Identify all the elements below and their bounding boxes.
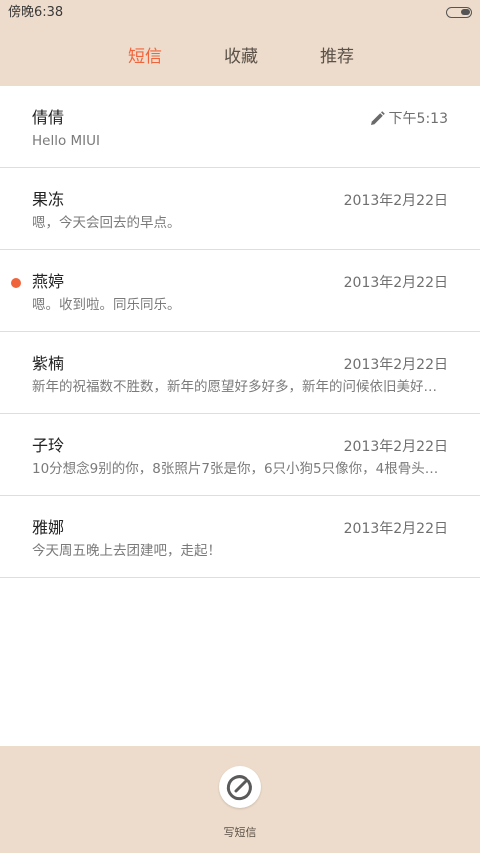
message-snippet: 新年的祝福数不胜数，新年的愿望好多好多，新年的问候依旧美好…: [32, 379, 437, 395]
tab-recommended[interactable]: 推荐: [320, 46, 354, 68]
message-snippet: 10分想念9别的你，8张照片7张是你，6只小狗5只像你，4根骨头…: [32, 461, 439, 477]
message-snippet: 今天周五晚上去团建吧，走起！: [32, 543, 221, 559]
conversation-row[interactable]: 燕婷 嗯。收到啦。同乐同乐。 2013年2月22日: [0, 250, 480, 332]
status-time: 傍晚6:38: [8, 5, 64, 20]
contact-name: 子玲: [32, 436, 65, 455]
tab-bar: 短信 收藏 推荐: [0, 40, 480, 76]
battery-icon: [446, 7, 472, 18]
contact-name: 倩倩: [32, 108, 65, 127]
unread-dot-icon: [11, 278, 21, 288]
message-date: 下午5:13: [388, 111, 448, 127]
battery-level: [461, 9, 470, 15]
compose-label: 写短信: [223, 826, 257, 839]
conversation-row[interactable]: 雅娜 今天周五晚上去团建吧，走起！ 2013年2月22日: [0, 496, 480, 578]
message-snippet: Hello MIUI: [32, 133, 101, 149]
tab-messages[interactable]: 短信: [128, 46, 162, 68]
conversation-row[interactable]: 紫楠 新年的祝福数不胜数，新年的愿望好多好多，新年的问候依旧美好… 2013年2…: [0, 332, 480, 414]
contact-name: 燕婷: [32, 272, 65, 291]
draft-pencil-icon: [371, 111, 385, 125]
conversation-row[interactable]: 倩倩 Hello MIUI 下午5:13: [0, 86, 480, 168]
contact-name: 紫楠: [32, 354, 65, 373]
message-date: 2013年2月22日: [343, 193, 448, 209]
conversation-row[interactable]: 果冻 嗯，今天会回去的早点。 2013年2月22日: [0, 168, 480, 250]
compose-button[interactable]: [219, 766, 261, 808]
tab-favorites[interactable]: 收藏: [224, 46, 258, 68]
message-date: 2013年2月22日: [343, 275, 448, 291]
contact-name: 雅娜: [32, 518, 65, 537]
contact-name: 果冻: [32, 190, 65, 209]
bottom-bar: 写短信: [0, 746, 480, 853]
conversation-row[interactable]: 子玲 10分想念9别的你，8张照片7张是你，6只小狗5只像你，4根骨头… 201…: [0, 414, 480, 496]
message-date: 2013年2月22日: [343, 439, 448, 455]
top-header: 傍晚6:38 短信 收藏 推荐: [0, 0, 480, 86]
message-date: 2013年2月22日: [343, 521, 448, 537]
message-snippet: 嗯。收到啦。同乐同乐。: [32, 297, 181, 313]
message-snippet: 嗯，今天会回去的早点。: [32, 215, 181, 231]
compose-icon: [226, 775, 252, 801]
conversation-list: 倩倩 Hello MIUI 下午5:13 果冻 嗯，今天会回去的早点。 2013…: [0, 86, 480, 578]
status-bar: 傍晚6:38: [0, 0, 480, 26]
message-date: 2013年2月22日: [343, 357, 448, 373]
